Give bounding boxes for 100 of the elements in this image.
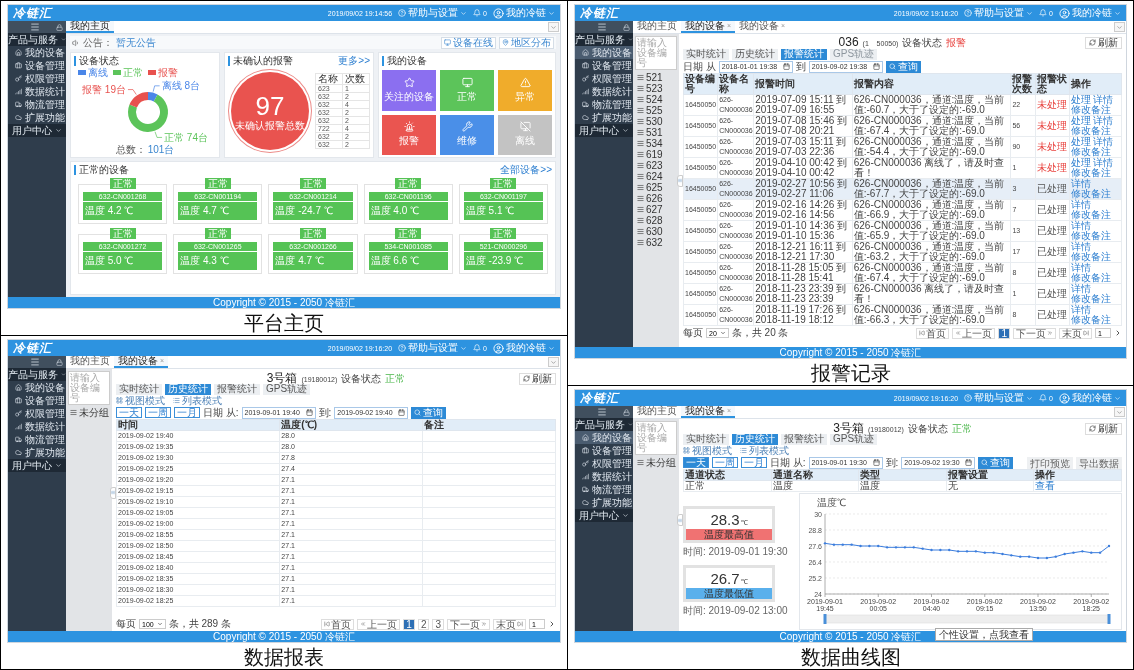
- sub-tab[interactable]: 历史统计: [732, 48, 778, 60]
- menu-group[interactable]: 产品与服务: [8, 33, 66, 46]
- menu-group[interactable]: 用户中心: [8, 459, 66, 472]
- sub-tab[interactable]: GPS轨迹: [830, 433, 878, 445]
- collapse-button[interactable]: [548, 22, 559, 32]
- tree-item[interactable]: 未分组: [635, 457, 677, 468]
- collapse-button[interactable]: [548, 357, 559, 367]
- search-button[interactable]: 查询: [978, 456, 1014, 469]
- sub-tab[interactable]: 历史统计: [732, 433, 778, 445]
- tree-item[interactable]: 630: [635, 226, 677, 237]
- action-link[interactable]: 详情: [1092, 95, 1113, 105]
- action-link[interactable]: 修改备注: [1070, 168, 1111, 178]
- menu-group[interactable]: 用户中心: [575, 124, 633, 137]
- menu-icon[interactable]: [597, 22, 607, 32]
- action-link[interactable]: 详情: [1070, 200, 1091, 210]
- tree-item[interactable]: 未分组: [68, 407, 110, 418]
- menu-item[interactable]: 扩展功能: [575, 111, 633, 124]
- tree-item[interactable]: 632: [635, 237, 677, 248]
- action-link[interactable]: 处理: [1070, 95, 1091, 105]
- sub-tab[interactable]: GPS轨迹: [263, 383, 311, 395]
- view-mode-link[interactable]: 列表模式: [173, 393, 222, 408]
- menu-item[interactable]: 扩展功能: [575, 496, 633, 509]
- last-page-button[interactable]: 末页: [493, 618, 526, 630]
- tree-item[interactable]: 623: [635, 160, 677, 171]
- page-tab[interactable]: 我的主页: [66, 21, 114, 33]
- page-button[interactable]: 2: [417, 618, 430, 630]
- more-link[interactable]: 更多>>: [338, 54, 370, 68]
- range-button[interactable]: 一天: [116, 407, 142, 418]
- action-link[interactable]: 详情: [1070, 221, 1091, 231]
- refresh-button[interactable]: 刷新: [1085, 36, 1122, 49]
- lock-icon[interactable]: [56, 358, 63, 366]
- toolbar-button[interactable]: 设备在线: [441, 36, 496, 49]
- tree-item[interactable]: 531: [635, 127, 677, 138]
- tree-item[interactable]: 625: [635, 182, 677, 193]
- menu-item[interactable]: 设备管理: [575, 444, 633, 457]
- menu-item[interactable]: 权限管理: [8, 407, 66, 420]
- first-page-button[interactable]: 首页: [916, 327, 950, 339]
- more-link[interactable]: 全部设备>>: [500, 163, 552, 177]
- action-link[interactable]: 详情: [1070, 242, 1091, 252]
- menu-item[interactable]: 我的设备: [575, 46, 633, 59]
- previous-page-button[interactable]: 上一页: [952, 327, 996, 339]
- refresh-button[interactable]: 刷新: [519, 372, 556, 385]
- action-link[interactable]: 修改备注: [1070, 189, 1111, 199]
- menu-item[interactable]: 我的设备: [8, 46, 66, 59]
- tree-item[interactable]: 523: [635, 83, 677, 94]
- next-page-button[interactable]: 下一页: [1013, 327, 1056, 339]
- category-tile[interactable]: 报警: [382, 114, 436, 155]
- action-button[interactable]: 打印预览: [1027, 456, 1073, 469]
- menu-item[interactable]: 数据统计: [8, 420, 66, 433]
- search-button[interactable]: 查询: [885, 60, 921, 73]
- collapse-button[interactable]: [1114, 22, 1125, 32]
- sub-tab[interactable]: 报警统计: [781, 433, 827, 445]
- menu-item[interactable]: 数据统计: [8, 85, 66, 98]
- page-button[interactable]: 3: [432, 618, 444, 630]
- menu-icon[interactable]: [597, 407, 607, 417]
- action-link[interactable]: 修改备注: [1070, 105, 1111, 115]
- menu-group[interactable]: 产品与服务: [575, 418, 633, 431]
- action-link[interactable]: 详情: [1092, 158, 1113, 168]
- refresh-button[interactable]: 刷新: [1085, 422, 1122, 435]
- sub-tab[interactable]: 报警统计: [781, 48, 827, 60]
- menu-item[interactable]: 物流管理: [575, 98, 633, 111]
- view-mode-link[interactable]: 视图模式: [683, 443, 732, 458]
- action-link[interactable]: 处理: [1070, 158, 1091, 168]
- first-page-button[interactable]: 首页: [321, 618, 355, 630]
- menu-item[interactable]: 设备管理: [8, 394, 66, 407]
- toolbar-button[interactable]: 地区分布: [499, 36, 554, 49]
- menu-group[interactable]: 产品与服务: [575, 33, 633, 46]
- action-link[interactable]: 详情: [1070, 305, 1091, 315]
- search-button[interactable]: 查询: [411, 406, 447, 419]
- range-button[interactable]: 一周: [145, 407, 171, 418]
- lock-icon[interactable]: [56, 23, 63, 31]
- go-icon[interactable]: [1114, 329, 1122, 337]
- action-link[interactable]: 修改备注: [1070, 126, 1111, 136]
- tree-item[interactable]: 627: [635, 204, 677, 215]
- menu-item[interactable]: 扩展功能: [8, 446, 66, 459]
- tree-item[interactable]: 619: [635, 149, 677, 160]
- view-mode-link[interactable]: 列表模式: [740, 443, 789, 458]
- page-tab[interactable]: 我的主页: [66, 356, 114, 368]
- view-link[interactable]: 查看: [1035, 481, 1056, 491]
- lock-icon[interactable]: [623, 408, 630, 416]
- action-link[interactable]: 修改备注: [1070, 147, 1111, 157]
- sub-tab[interactable]: 历史统计: [165, 383, 211, 395]
- tree-item[interactable]: 525: [635, 105, 677, 116]
- page-button[interactable]: 1: [998, 327, 1010, 339]
- menu-item[interactable]: 设备管理: [8, 59, 66, 72]
- zoom-slider[interactable]: [823, 613, 1110, 624]
- menu-icon[interactable]: [30, 22, 40, 32]
- menu-group[interactable]: 产品与服务: [8, 368, 66, 381]
- menu-item[interactable]: 权限管理: [575, 457, 633, 470]
- tree-item[interactable]: 628: [635, 215, 677, 226]
- menu-item[interactable]: 物流管理: [575, 483, 633, 496]
- range-button[interactable]: 一月: [741, 457, 767, 468]
- tree-item[interactable]: 534: [635, 138, 677, 149]
- previous-page-button[interactable]: 上一页: [357, 618, 401, 630]
- range-button[interactable]: 一天: [683, 457, 709, 468]
- page-tab[interactable]: 我的主页: [633, 21, 681, 33]
- collapse-button[interactable]: [1114, 407, 1125, 417]
- action-link[interactable]: 处理: [1070, 137, 1091, 147]
- action-link[interactable]: 详情: [1070, 179, 1091, 189]
- action-link[interactable]: 详情: [1070, 263, 1091, 273]
